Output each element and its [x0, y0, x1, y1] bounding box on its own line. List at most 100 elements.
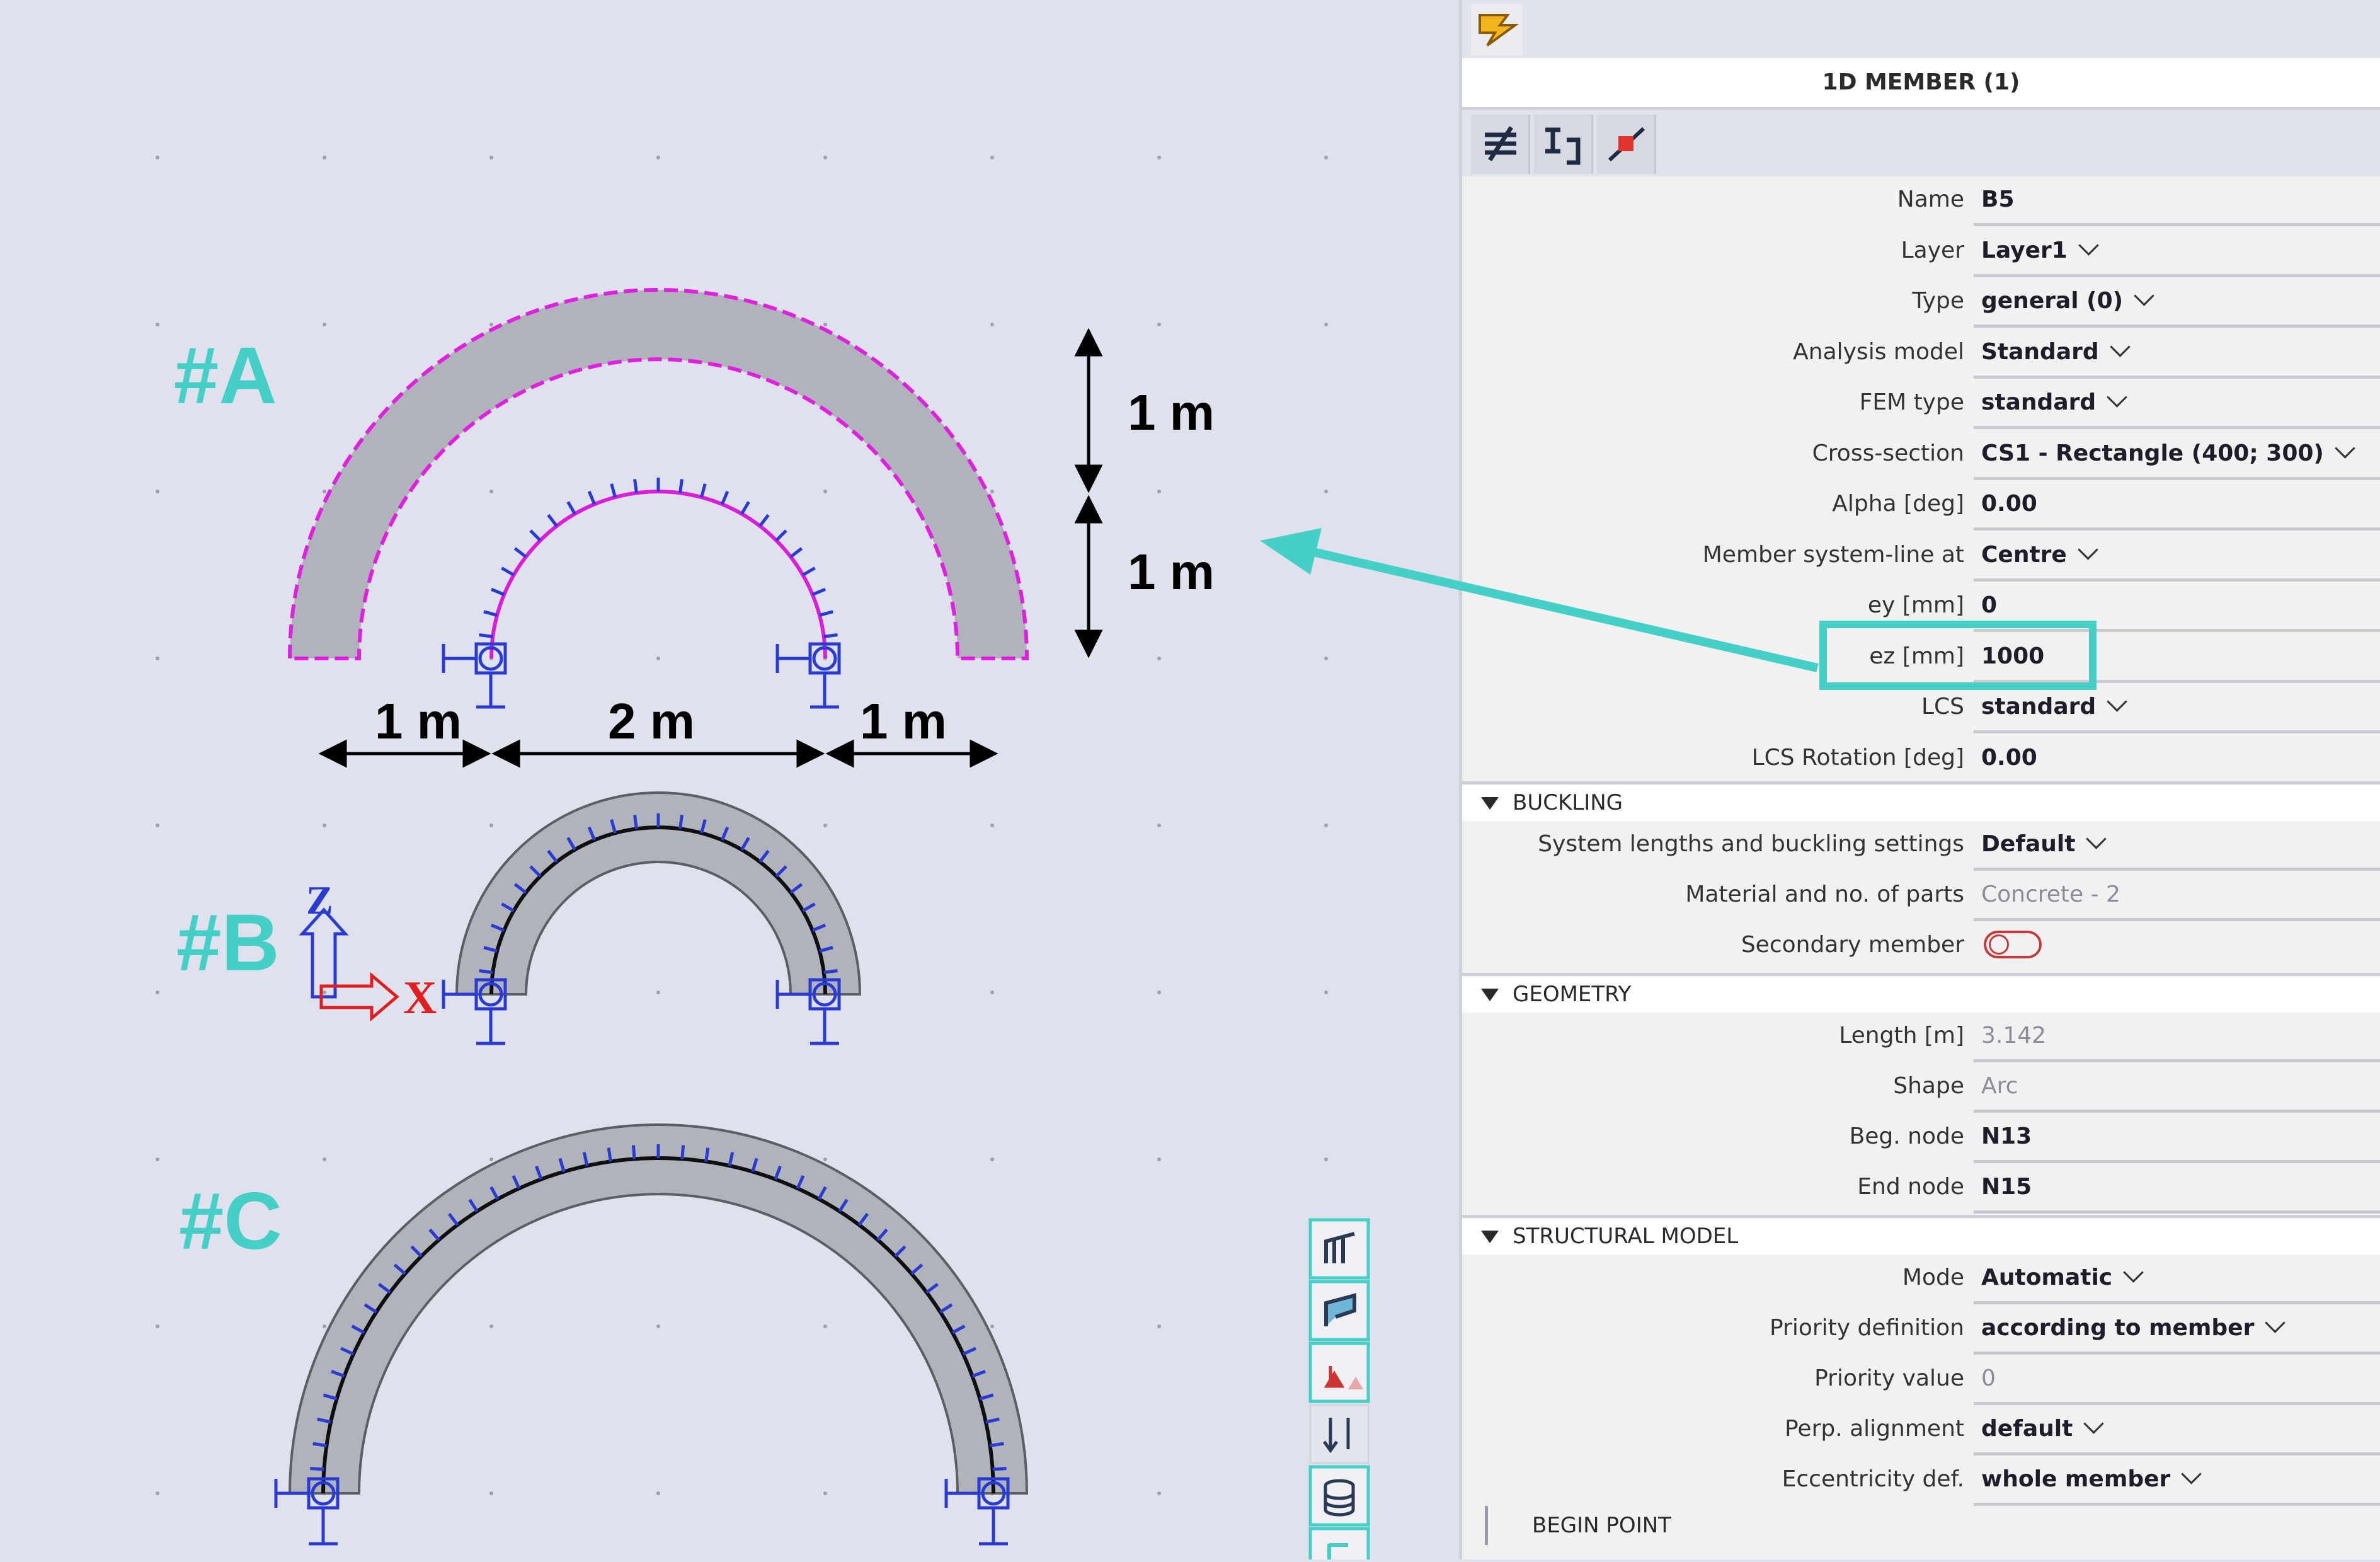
- property-label: Member system-line at: [1702, 541, 1964, 568]
- local-axis-tick: [704, 1147, 710, 1162]
- property-beg-node[interactable]: Beg. node N13: [1462, 1113, 2380, 1163]
- member-a-body[interactable]: [287, 288, 1029, 660]
- loads-view-button[interactable]: [1309, 1404, 1370, 1464]
- property-end-node[interactable]: End node N15: [1462, 1164, 2380, 1214]
- cross-section-button[interactable]: [1534, 115, 1593, 174]
- property-eccentricity-def[interactable]: Eccentricity def. whole member: [1462, 1456, 2380, 1506]
- panel-title: 1D MEMBER (1): [1462, 58, 2380, 110]
- properties-panel: 1D MEMBER (1) Name B5 Layer Layer1 Type gener…: [1459, 0, 2380, 1559]
- property-fem[interactable]: FEM type standard: [1462, 379, 2380, 429]
- name-field[interactable]: B5: [1974, 176, 2380, 226]
- property-alpha[interactable]: Alpha [deg] 0.00: [1462, 481, 2380, 531]
- secondary-field: [1974, 922, 2380, 968]
- local-axis-tick: [802, 566, 816, 577]
- beg-node-field[interactable]: N13: [1974, 1113, 2380, 1163]
- chevron-down-icon: [2335, 437, 2355, 459]
- end-node-value: N15: [1981, 1174, 2032, 1200]
- material-value: Concrete - 2: [1981, 881, 2120, 907]
- grid-dot: [656, 156, 660, 159]
- local-axis-tick: [633, 815, 638, 829]
- dimension-horizontal-middle: 2 m: [608, 693, 695, 749]
- property-type[interactable]: Type general (0): [1462, 278, 2380, 328]
- grid-dot: [1157, 824, 1161, 827]
- shape-value: Arc: [1981, 1073, 2018, 1099]
- priority-definition-dropdown[interactable]: according to member: [1974, 1305, 2380, 1355]
- cs-dropdown[interactable]: CS1 - Rectangle (400; 300): [1974, 430, 2380, 480]
- perp-alignment-dropdown[interactable]: default: [1974, 1406, 2380, 1456]
- side-toolbar: [1308, 1218, 1370, 1562]
- type-dropdown[interactable]: general (0): [1974, 278, 2380, 328]
- property-label: Type: [1912, 288, 1964, 314]
- fem-dropdown[interactable]: standard: [1974, 379, 2380, 429]
- local-axis-tick: [721, 490, 729, 505]
- member-type-icon[interactable]: [1471, 4, 1523, 55]
- section-structural-model[interactable]: STRUCTURAL MODEL: [1462, 1215, 2380, 1255]
- length-value: 3.142: [1981, 1023, 2047, 1048]
- property-system-lengths[interactable]: System lengths and buckling settings Def…: [1462, 821, 2380, 871]
- property-layer[interactable]: Layer Layer1: [1462, 227, 2380, 277]
- member-b[interactable]: [442, 791, 862, 1045]
- section-buckling-title: BUCKLING: [1513, 790, 1623, 815]
- alpha-field[interactable]: 0.00: [1974, 481, 2380, 531]
- layers-button[interactable]: [1471, 115, 1530, 174]
- property-cs[interactable]: Cross-section CS1 - Rectangle (400; 300): [1462, 430, 2380, 480]
- local-axis-tick: [819, 610, 833, 617]
- lcsrot-field[interactable]: 0.00: [1974, 735, 2380, 784]
- grid-dot: [656, 1491, 660, 1495]
- grid-dot: [823, 824, 827, 827]
- layer-dropdown[interactable]: Layer1: [1974, 227, 2380, 277]
- property-priority-definition[interactable]: Priority definition according to member: [1462, 1305, 2380, 1355]
- grid-dot: [823, 156, 827, 159]
- property-label: Layer: [1901, 237, 1964, 263]
- grid-dot: [823, 1157, 827, 1161]
- node-button[interactable]: [1597, 115, 1656, 174]
- member-a[interactable]: [287, 288, 1029, 709]
- grid-dot: [489, 1157, 493, 1161]
- grid-dot: [489, 824, 493, 827]
- support-a-right[interactable]: [775, 642, 841, 709]
- property-perp-alignment[interactable]: Perp. alignment default: [1462, 1406, 2380, 1456]
- member-c-body[interactable]: [288, 1123, 1029, 1495]
- supports-view-button[interactable]: [1308, 1341, 1370, 1403]
- grid-dot: [1157, 156, 1161, 159]
- grid-dot: [1324, 323, 1328, 326]
- panel-topbar: [1462, 0, 2380, 58]
- property-label: Analysis model: [1793, 338, 1964, 365]
- local-axis-tick: [479, 969, 493, 974]
- secondary-member-toggle[interactable]: [1984, 931, 2042, 958]
- chevron-down-icon: [2109, 336, 2131, 357]
- analysis-dropdown[interactable]: Standard: [1974, 329, 2380, 379]
- begin-point-section[interactable]: BEGIN POINT: [1485, 1506, 1671, 1545]
- local-axis-tick: [566, 501, 576, 515]
- property-name[interactable]: Name B5: [1462, 176, 2380, 226]
- property-lcsrot[interactable]: LCS Rotation [deg] 0.00: [1462, 735, 2380, 784]
- grid-dot: [489, 323, 493, 326]
- property-sysline[interactable]: Member system-line at Centre: [1462, 532, 2380, 582]
- section-buckling[interactable]: BUCKLING: [1462, 781, 2380, 821]
- lcs-dropdown[interactable]: standard: [1974, 684, 2380, 733]
- collapse-geometry-icon: [1481, 989, 1499, 1001]
- grid-dot: [990, 156, 994, 159]
- sysline-dropdown[interactable]: Centre: [1974, 532, 2380, 582]
- local-axis-tick: [490, 587, 505, 596]
- model-canvas[interactable]: 1 m 1 m 1 m 2 m 1 m #A #B #C Z X: [0, 0, 1459, 1562]
- mode-dropdown[interactable]: Automatic: [1974, 1255, 2380, 1304]
- member-c[interactable]: [274, 1123, 1029, 1546]
- property-lcs[interactable]: LCS standard: [1462, 684, 2380, 733]
- property-secondary[interactable]: Secondary member: [1462, 922, 2380, 971]
- property-analysis[interactable]: Analysis model Standard: [1462, 329, 2380, 379]
- property-label: Mode: [1902, 1265, 1964, 1290]
- section-geometry[interactable]: GEOMETRY: [1462, 973, 2380, 1013]
- property-label: LCS Rotation [deg]: [1751, 744, 1964, 771]
- end-node-field[interactable]: N15: [1974, 1164, 2380, 1214]
- system-lengths-dropdown[interactable]: Default: [1974, 821, 2380, 871]
- cs-value: CS1 - Rectangle (400; 300): [1981, 440, 2324, 466]
- model-view: 1 m 1 m 1 m 2 m 1 m #A #B #C Z X: [156, 156, 1370, 1562]
- property-mode[interactable]: Mode Automatic: [1462, 1255, 2380, 1304]
- eccentricity-def-dropdown[interactable]: whole member: [1974, 1456, 2380, 1506]
- grid-dot: [323, 1157, 326, 1161]
- type-value: general (0): [1981, 288, 2124, 314]
- local-axis-tick: [483, 610, 498, 617]
- structure-view-button[interactable]: [1308, 1218, 1370, 1280]
- alpha-value: 0.00: [1981, 491, 2037, 517]
